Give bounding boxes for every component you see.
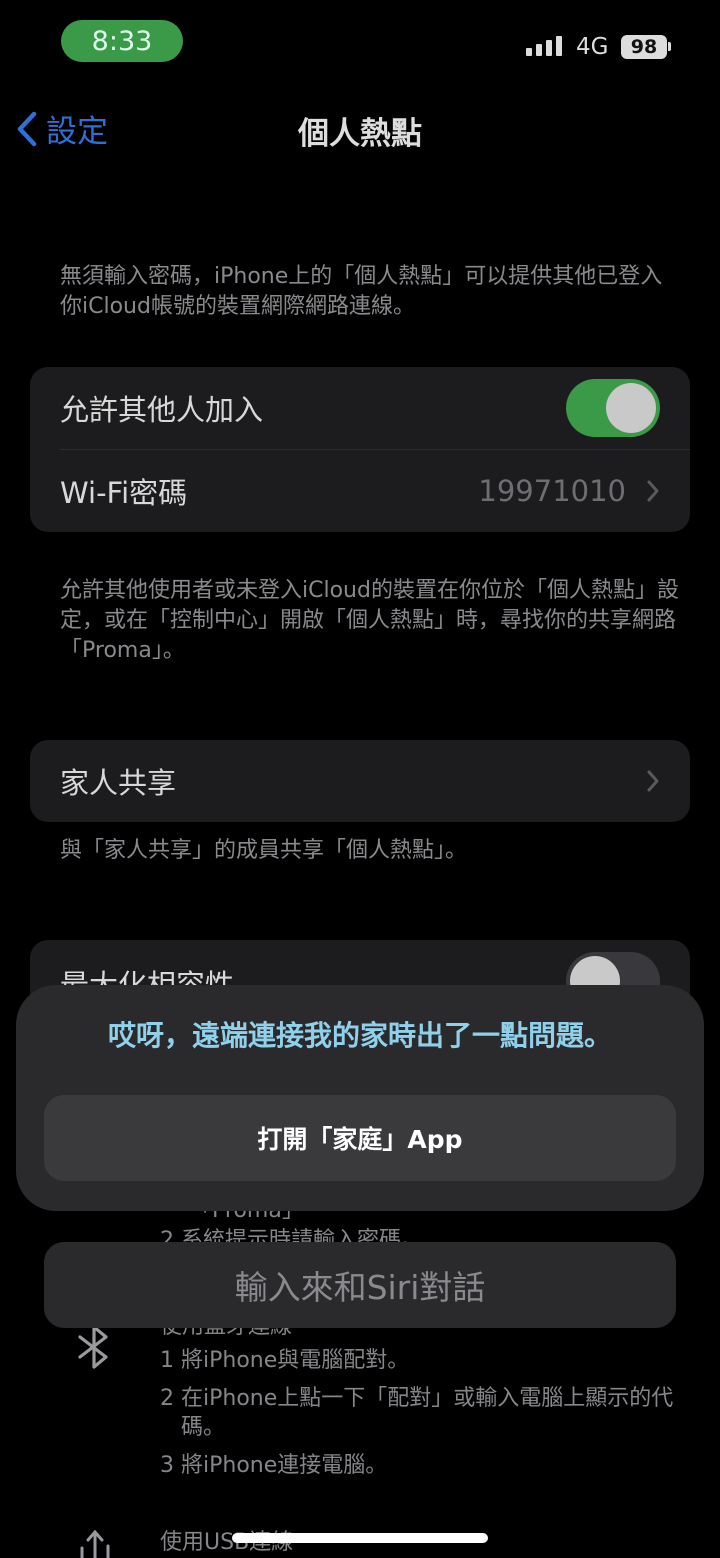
wifi-password-row[interactable]: Wi-Fi密碼 19971010 xyxy=(30,450,690,532)
battery-level: 98 xyxy=(630,36,658,58)
allow-others-label: 允許其他人加入 xyxy=(60,393,264,427)
signal-strength-icon xyxy=(526,36,562,56)
family-sharing-row[interactable]: 家人共享 xyxy=(30,740,690,822)
bluetooth-step-1: 1 將iPhone與電腦配對。 xyxy=(160,1348,410,1373)
open-home-app-button[interactable]: 打開「家庭」App xyxy=(44,1095,676,1181)
usb-icon xyxy=(80,1530,110,1558)
home-indicator[interactable] xyxy=(232,1533,488,1543)
wifi-password-value: 19971010 xyxy=(478,474,626,508)
battery-tip xyxy=(668,42,671,51)
network-type: 4G xyxy=(576,34,609,60)
family-sharing-description: 與「家人共享」的成員共享「個人熱點」。 xyxy=(60,838,468,863)
chevron-right-icon xyxy=(647,770,659,792)
page-title: 個人熱點 xyxy=(298,116,422,152)
allow-others-row: 允許其他人加入 xyxy=(30,367,690,449)
status-time: 8:33 xyxy=(61,20,183,62)
chevron-right-icon xyxy=(647,480,659,502)
allow-others-toggle[interactable] xyxy=(566,379,660,437)
family-sharing-label: 家人共享 xyxy=(60,766,177,800)
battery-icon: 98 xyxy=(621,35,667,59)
allow-others-description: 允許其他使用者或未登入iCloud的裝置在你位於「個人熱點」設定，或在「控制中心… xyxy=(60,578,679,663)
wifi-password-label: Wi-Fi密碼 xyxy=(60,476,188,510)
hotspot-settings-group: 允許其他人加入 Wi-Fi密碼 19971010 xyxy=(30,367,690,532)
hotspot-description: 無須輸入密碼，iPhone上的「個人熱點」可以提供其他已登入你iCloud帳號的… xyxy=(60,264,663,319)
siri-text-input[interactable]: 輸入來和Siri對話 xyxy=(44,1242,676,1328)
toggle-knob xyxy=(606,383,656,433)
bluetooth-icon xyxy=(78,1325,108,1369)
bluetooth-step-3: 3 將iPhone連接電腦。 xyxy=(160,1453,388,1478)
bluetooth-step-2: 2 在iPhone上點一下「配對」或輸入電腦上顯示的代碼。 xyxy=(160,1386,674,1440)
siri-error-message: 哎呀，遠端連接我的家時出了一點問題。 xyxy=(107,1019,612,1052)
